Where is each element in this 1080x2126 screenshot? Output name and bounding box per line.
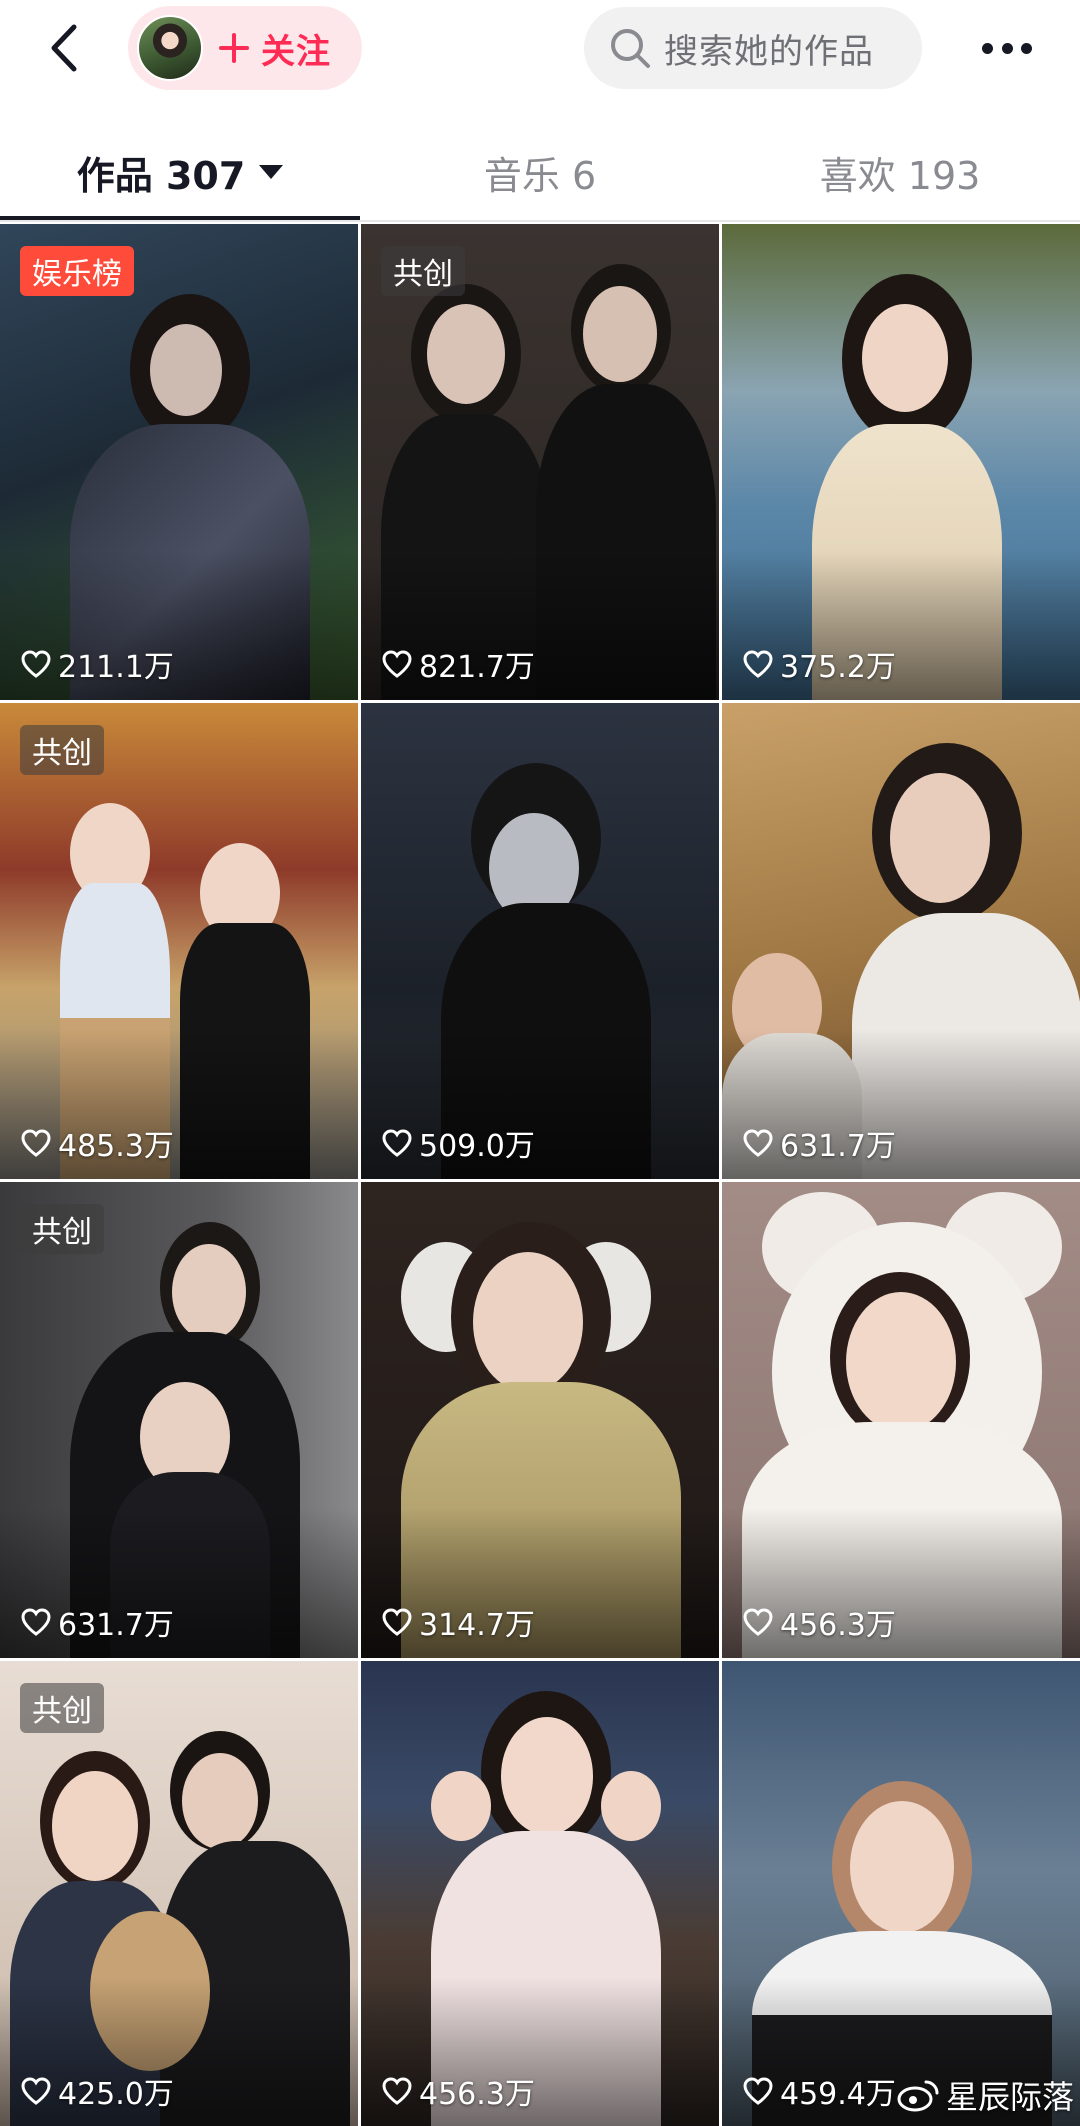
heart-outline-icon	[21, 1129, 51, 1157]
heart-outline-icon	[743, 2077, 773, 2105]
tab-likes-label: 喜欢 193	[819, 153, 981, 198]
co-creation-badge: 共创	[20, 1204, 104, 1254]
like-count: 631.7万	[742, 1123, 896, 1164]
more-dot-icon	[1021, 42, 1032, 54]
like-count: 821.7万	[381, 644, 535, 685]
heart-outline-icon	[743, 1608, 773, 1636]
top-bar: 关注 搜索她的作品	[0, 0, 1080, 98]
tab-likes[interactable]: 喜欢 193	[720, 132, 1080, 212]
like-count: 211.1万	[20, 644, 174, 685]
follow-label: 关注	[261, 31, 331, 72]
video-tile[interactable]: 共创 631.7万	[0, 1182, 358, 1658]
profile-tabs: 作品 307 音乐 6 喜欢 193	[0, 132, 1080, 220]
heart-outline-icon	[382, 650, 412, 678]
like-count: 375.2万	[742, 644, 896, 685]
like-count-value: 631.7万	[780, 1129, 896, 1164]
like-count: 425.0万	[20, 2071, 174, 2112]
video-tile[interactable]: 456.3万	[722, 1182, 1080, 1658]
video-tile[interactable]: 共创 425.0万	[0, 1661, 358, 2126]
back-arrow-icon	[51, 24, 77, 72]
search-icon	[611, 29, 650, 68]
like-count: 456.3万	[742, 1602, 896, 1643]
ranking-badge: 娱乐榜	[20, 246, 134, 296]
co-creation-badge: 共创	[381, 246, 465, 296]
video-tile[interactable]: 509.0万	[361, 703, 719, 1179]
video-tile[interactable]: 共创 821.7万	[361, 224, 719, 700]
watermark: 星辰际落	[896, 2072, 1074, 2118]
like-count: 631.7万	[20, 1602, 174, 1643]
back-button[interactable]	[38, 20, 90, 76]
search-placeholder: 搜索她的作品	[664, 31, 874, 72]
heart-outline-icon	[382, 2077, 412, 2105]
like-count: 459.4万	[742, 2071, 896, 2112]
like-count-value: 821.7万	[419, 650, 535, 685]
tab-music[interactable]: 音乐 6	[360, 132, 720, 212]
video-tile[interactable]: 631.7万	[722, 703, 1080, 1179]
co-creation-badge: 共创	[20, 725, 104, 775]
tab-works-label: 作品 307	[76, 153, 246, 198]
co-creation-badge: 共创	[20, 1683, 104, 1733]
more-menu-button[interactable]	[968, 22, 1046, 74]
like-count: 456.3万	[381, 2071, 535, 2112]
search-input[interactable]: 搜索她的作品	[584, 7, 922, 89]
video-tile[interactable]: 459.4万	[722, 1661, 1080, 2126]
like-count-value: 456.3万	[419, 2077, 535, 2112]
tab-music-label: 音乐 6	[483, 153, 597, 198]
like-count-value: 509.0万	[419, 1129, 535, 1164]
like-count: 485.3万	[20, 1123, 174, 1164]
heart-outline-icon	[21, 2077, 51, 2105]
caret-down-icon[interactable]	[259, 165, 284, 179]
watermark-text: 星辰际落	[945, 2078, 1074, 2116]
heart-outline-icon	[21, 1608, 51, 1636]
more-dot-icon	[1001, 42, 1013, 54]
like-count-value: 485.3万	[58, 1129, 174, 1164]
heart-outline-icon	[21, 650, 51, 678]
video-tile[interactable]: 456.3万	[361, 1661, 719, 2126]
like-count-value: 631.7万	[58, 1608, 174, 1643]
plus-icon	[219, 33, 249, 63]
like-count-value: 459.4万	[780, 2077, 896, 2112]
like-count: 509.0万	[381, 1123, 535, 1164]
like-count: 314.7万	[381, 1602, 535, 1643]
video-tile[interactable]: 314.7万	[361, 1182, 719, 1658]
like-count-value: 456.3万	[780, 1608, 896, 1643]
tab-works[interactable]: 作品 307	[0, 132, 360, 212]
video-grid: 娱乐榜 211.1万 共创 821.7万 375.2万 共创 485.3万 50…	[0, 224, 1080, 2126]
video-tile[interactable]: 共创 485.3万	[0, 703, 358, 1179]
like-count-value: 425.0万	[58, 2077, 174, 2112]
like-count-value: 375.2万	[780, 650, 896, 685]
more-dot-icon	[982, 42, 993, 54]
heart-outline-icon	[743, 650, 773, 678]
heart-outline-icon	[382, 1129, 412, 1157]
follow-button[interactable]: 关注	[128, 6, 362, 90]
heart-outline-icon	[382, 1608, 412, 1636]
divider	[0, 220, 1080, 222]
video-tile[interactable]: 375.2万	[722, 224, 1080, 700]
like-count-value: 314.7万	[419, 1608, 535, 1643]
video-tile[interactable]: 娱乐榜 211.1万	[0, 224, 358, 700]
heart-outline-icon	[743, 1129, 773, 1157]
avatar[interactable]	[137, 15, 203, 81]
weibo-logo-icon	[897, 2080, 939, 2112]
like-count-value: 211.1万	[58, 650, 174, 685]
